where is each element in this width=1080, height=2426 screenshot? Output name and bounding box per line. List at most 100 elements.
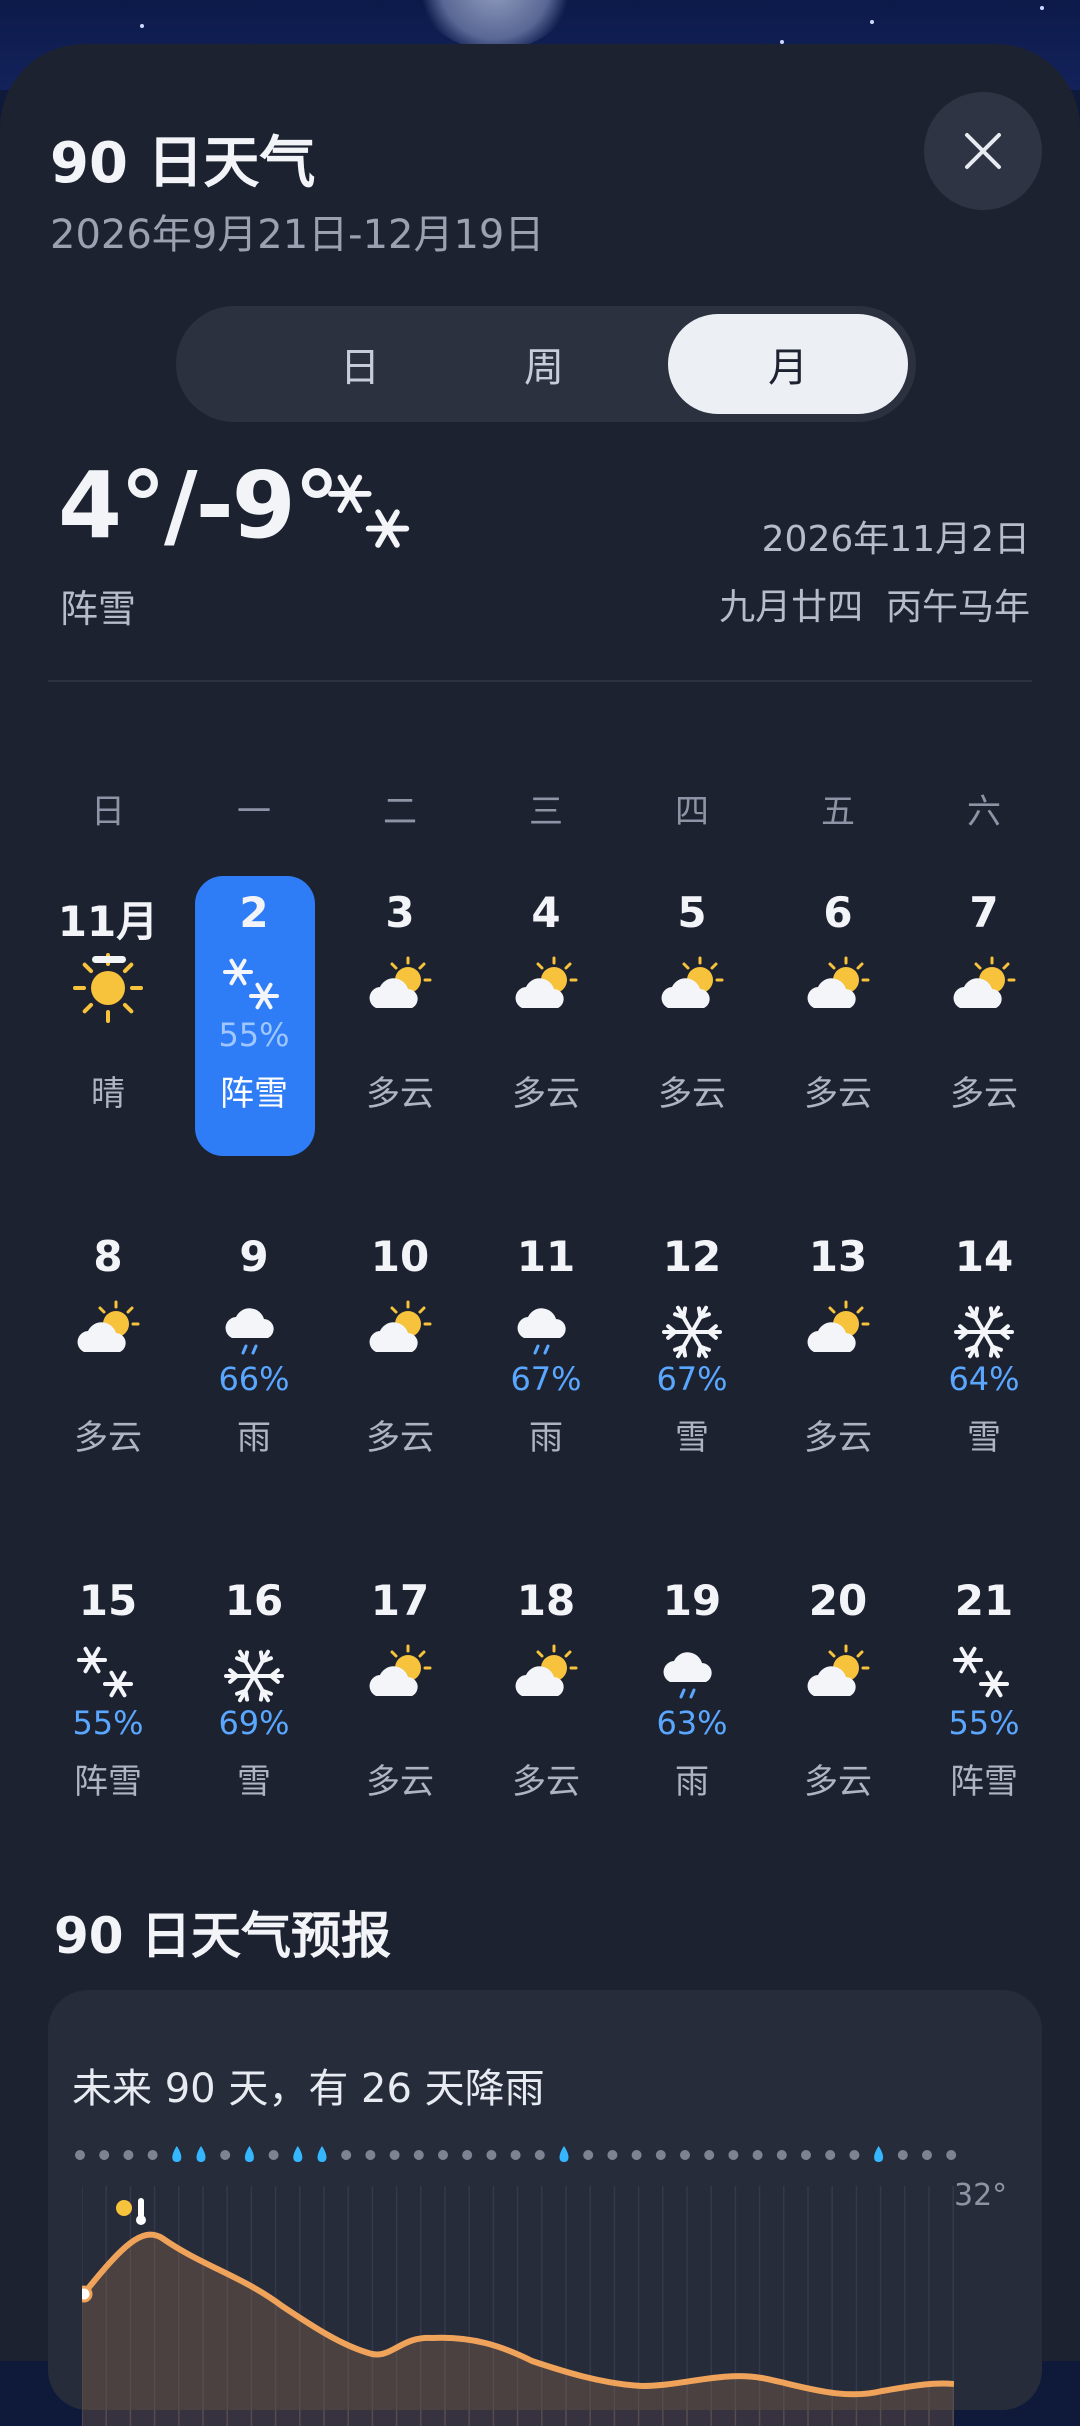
day-number: 20 (808, 1576, 868, 1625)
calendar-day[interactable]: 21 55% 阵雪 (911, 1576, 1057, 1876)
weekday-header: 三 (529, 792, 563, 832)
calendar-day[interactable]: 11 67% 雨 (473, 1232, 619, 1532)
dry-day-marker (75, 2150, 85, 2160)
condition-label: 多云 (804, 1762, 872, 1802)
rain-drop-marker (172, 2146, 182, 2162)
star (870, 20, 874, 24)
day-number: 11 (516, 1232, 576, 1281)
condition-label: 阵雪 (950, 1762, 1018, 1802)
precipitation-chance: 67% (510, 1360, 582, 1398)
tab-month[interactable]: 月 (668, 314, 908, 414)
calendar-day[interactable]: 6 多云 (765, 888, 911, 1188)
y-axis-max-label: 32° (954, 2178, 1008, 2213)
dry-day-marker (268, 2150, 279, 2160)
precipitation-chance: 64% (948, 1360, 1020, 1398)
calendar-day-selected[interactable]: 2 55% 阵雪 (181, 888, 327, 1188)
dry-day-marker (704, 2150, 715, 2160)
condition-label: 雪 (967, 1418, 1001, 1458)
rain-drop-marker (317, 2146, 327, 2162)
precipitation-chance: 67% (656, 1360, 728, 1398)
dry-day-marker (680, 2150, 690, 2160)
day-number: 18 (516, 1576, 576, 1625)
calendar-day[interactable]: 9 66% 雨 (181, 1232, 327, 1532)
weekday-header: 五 (821, 792, 855, 832)
condition-label: 阵雪 (220, 1074, 288, 1114)
day-number: 17 (370, 1576, 430, 1625)
current-date: 2026年11月2日 (761, 519, 1030, 560)
dry-day-marker (438, 2150, 448, 2160)
dry-day-marker (922, 2150, 932, 2160)
calendar-day[interactable]: 8 多云 (35, 1232, 181, 1532)
condition-label: 晴 (91, 1074, 125, 1114)
dry-day-marker (220, 2150, 231, 2160)
chart-start-point (82, 2285, 93, 2303)
condition-label: 多云 (366, 1074, 434, 1114)
dry-day-marker (365, 2150, 376, 2160)
rain-drop-marker (874, 2146, 884, 2162)
calendar-day[interactable]: 11月晴 (35, 888, 181, 1188)
day-number: 8 (93, 1232, 123, 1281)
tab-week[interactable]: 周 (424, 314, 664, 414)
calendar-day[interactable]: 18 多云 (473, 1576, 619, 1876)
star (140, 24, 144, 28)
condition-label: 多云 (512, 1762, 580, 1802)
cloudy-sun-icon (800, 1638, 876, 1714)
day-number: 19 (662, 1576, 722, 1625)
day-number: 7 (969, 888, 999, 937)
precipitation-chance: 69% (218, 1704, 290, 1742)
dry-day-marker (510, 2150, 521, 2160)
cloudy-sun-icon (946, 950, 1022, 1026)
calendar-day[interactable]: 17 多云 (327, 1576, 473, 1876)
precipitation-chance: 55% (218, 1016, 290, 1054)
condition-label: 多云 (804, 1074, 872, 1114)
weekday-header: 六 (967, 792, 1001, 832)
day-number: 4 (531, 888, 561, 937)
condition-label: 多云 (366, 1418, 434, 1458)
snow-shower-icon (216, 950, 292, 1026)
condition-label: 雨 (529, 1418, 563, 1458)
forecast-card[interactable]: 未来 90 天，有 26 天降雨 32° (48, 1990, 1042, 2426)
close-button[interactable] (924, 92, 1042, 210)
calendar-day[interactable]: 13 多云 (765, 1232, 911, 1532)
condition-label: 多云 (74, 1418, 142, 1458)
day-number: 2 (239, 888, 269, 937)
dry-day-marker (849, 2150, 860, 2160)
day-number: 11月 (57, 897, 159, 946)
dry-day-marker (583, 2150, 594, 2160)
calendar-day[interactable]: 15 55% 阵雪 (35, 1576, 181, 1876)
cloudy-sun-icon (654, 950, 730, 1026)
calendar-day[interactable]: 19 63% 雨 (619, 1576, 765, 1876)
dry-day-marker (897, 2150, 908, 2160)
calendar-day[interactable]: 7 多云 (911, 888, 1057, 1188)
page-title: 90 日天气 (50, 131, 316, 196)
calendar-day[interactable]: 3 多云 (327, 888, 473, 1188)
snowflake-icon (216, 1638, 292, 1714)
cloudy-sun-icon (362, 1638, 438, 1714)
calendar-day[interactable]: 14 64% 雪 (911, 1232, 1057, 1532)
calendar-day[interactable]: 16 69% 雪 (181, 1576, 327, 1876)
dry-day-marker (655, 2150, 666, 2160)
day-number: 12 (662, 1232, 722, 1281)
cloudy-sun-icon (362, 950, 438, 1026)
condition-label: 雨 (237, 1418, 271, 1458)
condition-label: 雪 (237, 1762, 271, 1802)
calendar-day[interactable]: 5 多云 (619, 888, 765, 1188)
precipitation-chance: 66% (218, 1360, 290, 1398)
dry-day-marker (801, 2150, 811, 2160)
condition-label: 多云 (366, 1762, 434, 1802)
dry-day-marker (631, 2150, 642, 2160)
calendar-day[interactable]: 10 多云 (327, 1232, 473, 1532)
calendar-day[interactable]: 20 多云 (765, 1576, 911, 1876)
dry-day-marker (728, 2150, 739, 2160)
snow-shower-icon (946, 1638, 1022, 1714)
close-icon (965, 133, 1001, 169)
condition-label: 多云 (950, 1074, 1018, 1114)
calendar-day[interactable]: 12 67% 雪 (619, 1232, 765, 1532)
day-number: 13 (808, 1232, 868, 1281)
day-number: 10 (370, 1232, 430, 1281)
calendar-day[interactable]: 4 多云 (473, 888, 619, 1188)
cloudy-sun-icon (800, 950, 876, 1026)
dry-day-marker (534, 2150, 545, 2160)
cloudy-sun-icon (362, 1294, 438, 1370)
lunar-date: 九月廿四 丙午马年 (719, 587, 1030, 628)
